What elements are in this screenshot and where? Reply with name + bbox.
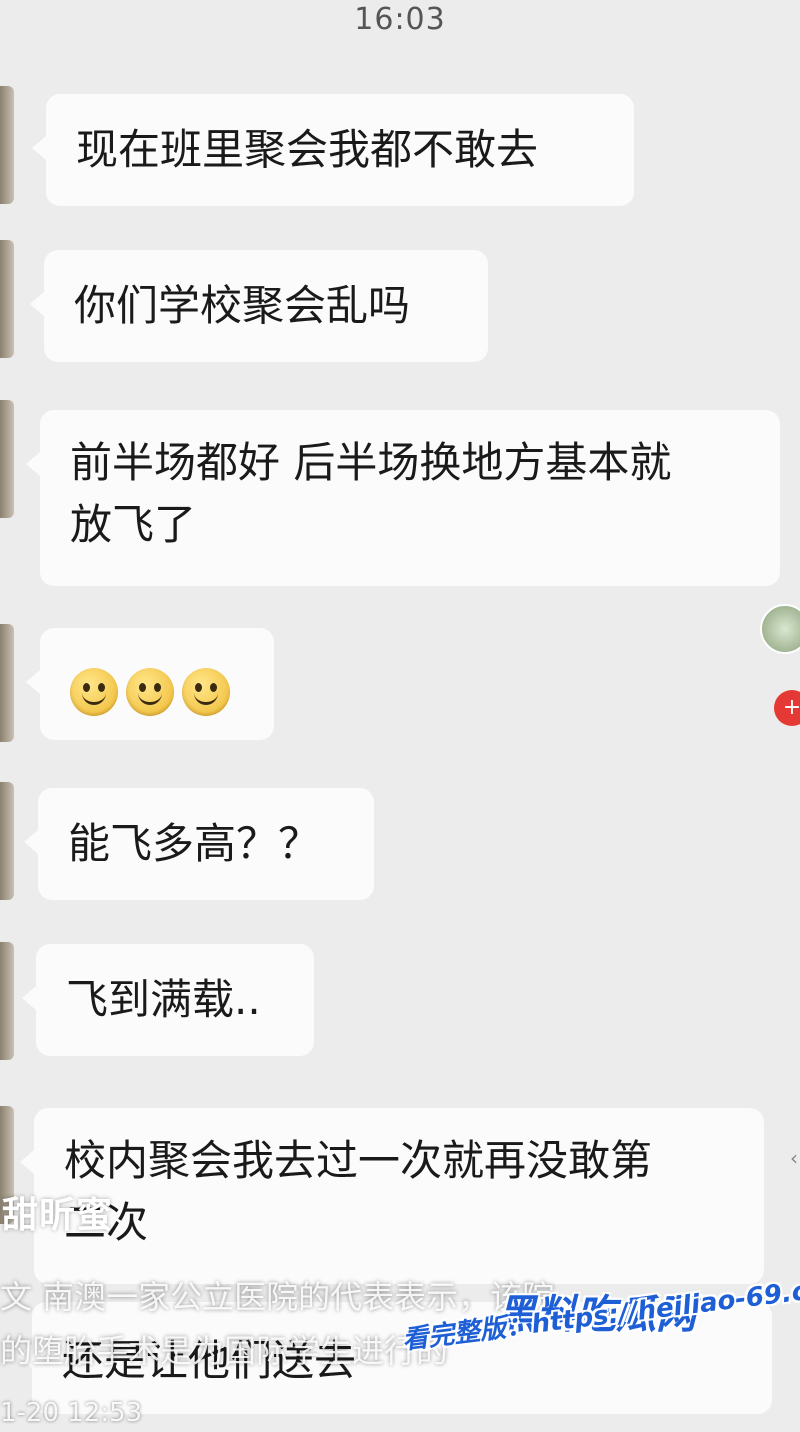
message-bubble: 现在班里聚会我都不敢去 <box>32 94 634 206</box>
video-date: 1-20 12:53 <box>0 1398 143 1428</box>
avatar[interactable] <box>0 782 14 900</box>
message-text: 现在班里聚会我都不敢去 <box>76 125 539 174</box>
message-text: 能飞多高？？ <box>68 819 321 868</box>
follow-plus-icon[interactable]: + <box>774 690 800 726</box>
avatar[interactable] <box>0 400 14 518</box>
message-bubble: 你们学校聚会乱吗 <box>30 250 488 362</box>
smile-emoji-icon <box>70 667 118 716</box>
smile-emoji-icon <box>126 667 174 716</box>
avatar[interactable] <box>0 240 14 358</box>
message-text: 飞到满载.. <box>66 975 261 1024</box>
message-text: 你们学校聚会乱吗 <box>74 281 411 330</box>
message-text-line: 二次 <box>64 1198 149 1247</box>
message-text-line: 放飞了 <box>70 500 197 549</box>
avatar[interactable] <box>0 942 14 1060</box>
smile-emoji-icon <box>182 667 230 716</box>
chevron-left-icon[interactable]: ‹ <box>790 1146 800 1170</box>
message-bubble: 前半场都好 后半场换地方基本就 放飞了 <box>26 410 780 586</box>
message-bubble: 校内聚会我去过一次就再没敢第 二次 <box>20 1108 764 1284</box>
message-bubble: 飞到满载.. <box>22 944 314 1056</box>
message-text-line: 校内聚会我去过一次就再没敢第 <box>64 1136 653 1185</box>
status-time: 16:03 <box>354 2 446 37</box>
creator-avatar[interactable] <box>760 604 800 654</box>
emoji-message-bubble <box>26 628 274 740</box>
message-bubble: 能飞多高？？ <box>24 788 374 900</box>
video-author[interactable]: 甜昕蜜 <box>2 1186 113 1238</box>
avatar[interactable] <box>0 86 14 204</box>
message-text-line: 前半场都好 后半场换地方基本就 <box>70 438 672 487</box>
avatar[interactable] <box>0 624 14 742</box>
